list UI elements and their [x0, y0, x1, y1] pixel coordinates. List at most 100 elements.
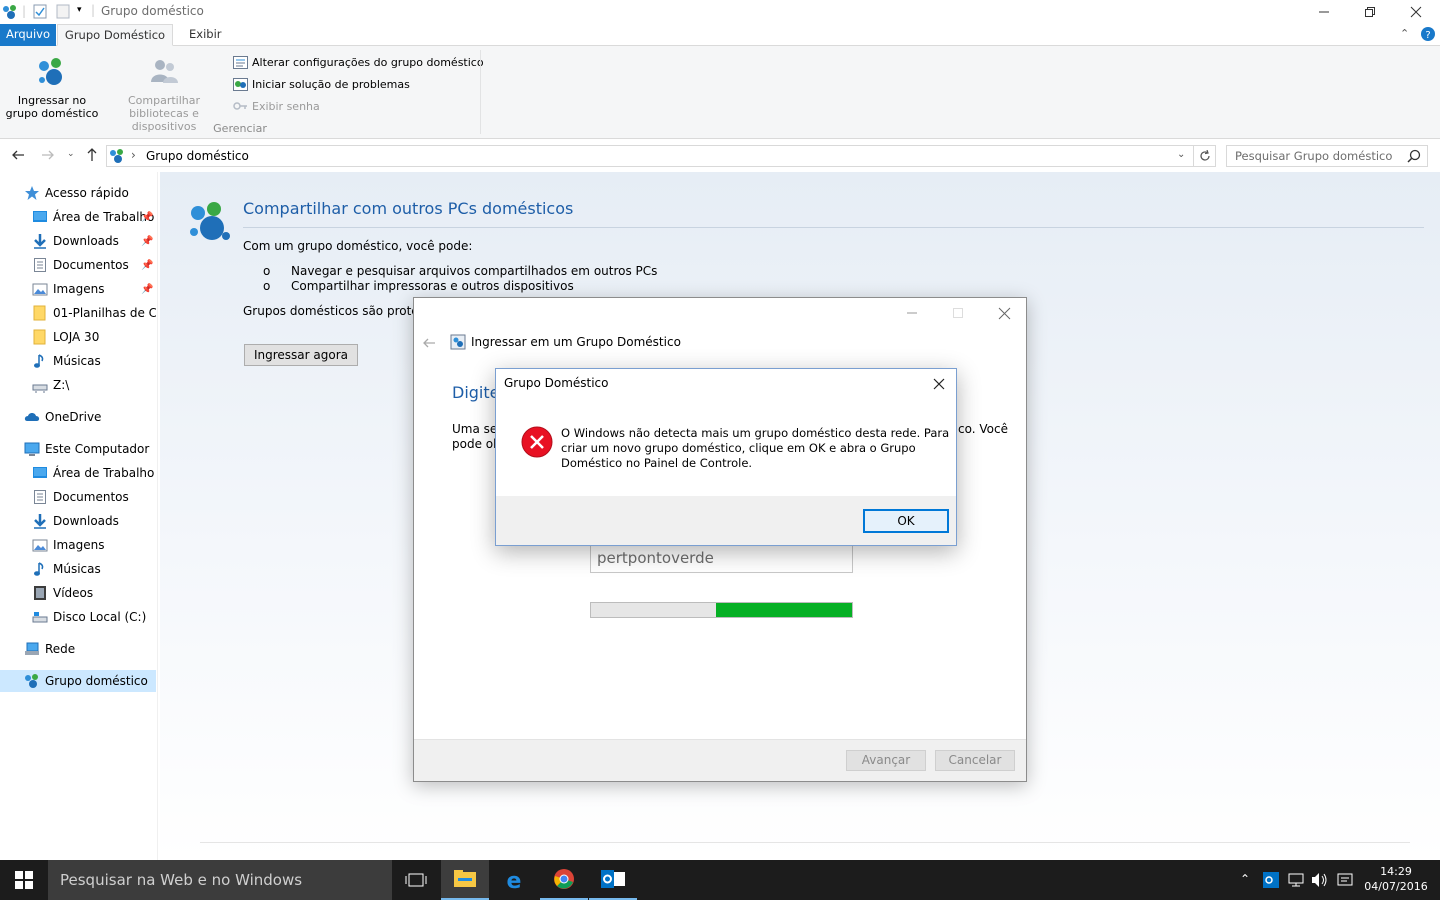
- breadcrumb-separator-icon[interactable]: ›: [131, 148, 136, 162]
- wizard-minimize-button[interactable]: [889, 301, 935, 325]
- bullet-marker: o: [263, 264, 271, 278]
- clock-time: 14:29: [1380, 865, 1412, 878]
- address-dropdown-icon[interactable]: ⌄: [1177, 149, 1185, 160]
- restore-button[interactable]: [1347, 0, 1393, 24]
- collapse-ribbon-icon[interactable]: ⌃: [1400, 27, 1409, 40]
- minimize-button[interactable]: [1301, 0, 1347, 24]
- taskbar-outlook[interactable]: [589, 860, 637, 900]
- recent-locations-icon[interactable]: ⌄: [67, 149, 75, 159]
- task-view-button[interactable]: [392, 860, 440, 900]
- taskbar-edge[interactable]: e: [490, 860, 538, 900]
- homegroup-icon: [25, 674, 38, 688]
- desktop-icon: [33, 467, 47, 478]
- join-now-button[interactable]: Ingressar agora: [244, 344, 358, 366]
- window-title: Grupo doméstico: [101, 4, 204, 18]
- nav-label: Z:\: [53, 378, 70, 392]
- outlook-tray-icon[interactable]: [1263, 872, 1279, 888]
- tab-arquivo[interactable]: Arquivo: [0, 24, 56, 46]
- refresh-button[interactable]: [1194, 145, 1216, 167]
- download-icon: [34, 514, 46, 529]
- troubleshooter-button[interactable]: Iniciar solução de problemas: [233, 75, 410, 93]
- forward-icon[interactable]: [41, 148, 55, 162]
- wizard-back-icon[interactable]: [422, 336, 436, 350]
- taskbar-chrome[interactable]: [540, 860, 588, 900]
- task-view-icon: [405, 873, 427, 887]
- volume-tray-icon[interactable]: [1311, 872, 1329, 888]
- start-button[interactable]: [0, 860, 48, 900]
- nav-quick-drive-z[interactable]: Z:\: [0, 374, 156, 396]
- nav-homegroup[interactable]: Grupo doméstico: [0, 670, 156, 692]
- folder-icon: [33, 305, 46, 321]
- tab-grupo-domestico[interactable]: Grupo Doméstico: [57, 24, 173, 46]
- nav-label: Documentos: [53, 490, 129, 504]
- nav-quick-folder-planilhas[interactable]: 01-Planilhas de Con: [0, 302, 156, 324]
- pin-icon[interactable]: 📌: [141, 260, 153, 271]
- back-icon[interactable]: [11, 148, 25, 162]
- dialog-message-line: O Windows não detecta mais um grupo domé…: [561, 426, 950, 440]
- network-tray-icon[interactable]: [1288, 873, 1304, 887]
- nav-label: Downloads: [53, 234, 119, 248]
- wizard-homegroup-icon: [450, 334, 466, 350]
- nav-label: OneDrive: [45, 410, 102, 424]
- close-icon: [998, 307, 1010, 319]
- nav-pc-pictures[interactable]: Imagens: [0, 534, 156, 556]
- star-icon: [25, 186, 39, 200]
- nav-label: Acesso rápido: [45, 186, 129, 200]
- taskbar-file-explorer[interactable]: [441, 860, 489, 900]
- change-settings-button[interactable]: Alterar configurações do grupo doméstico: [233, 53, 484, 71]
- taskbar-search-input[interactable]: Pesquisar na Web e no Windows: [48, 860, 392, 900]
- settings-list-icon: [233, 55, 248, 69]
- pin-icon[interactable]: 📌: [141, 212, 153, 223]
- nav-onedrive[interactable]: OneDrive: [0, 406, 156, 428]
- network-icon: [25, 642, 39, 655]
- nav-quick-desktop[interactable]: Área de Trabalho 📌: [0, 206, 156, 228]
- wizard-close-button[interactable]: [981, 301, 1027, 325]
- breadcrumb[interactable]: Grupo doméstico: [146, 149, 249, 163]
- ok-button[interactable]: OK: [863, 509, 949, 533]
- change-settings-label: Alterar configurações do grupo doméstico: [252, 55, 484, 69]
- up-icon[interactable]: [85, 147, 99, 162]
- search-icon: [1407, 149, 1421, 163]
- pin-icon[interactable]: 📌: [141, 236, 153, 247]
- pin-icon[interactable]: 📌: [141, 284, 153, 295]
- pictures-icon: [32, 539, 48, 552]
- nav-quick-downloads[interactable]: Downloads 📌: [0, 230, 156, 252]
- ribbon-group-label: Gerenciar: [213, 122, 267, 135]
- nav-quick-folder-loja[interactable]: LOJA 30: [0, 326, 156, 348]
- nav-quick-music[interactable]: Músicas: [0, 350, 156, 372]
- search-input[interactable]: Pesquisar Grupo doméstico: [1226, 145, 1428, 167]
- progress-bar: [590, 602, 853, 618]
- password-field[interactable]: pertpontoverde: [590, 545, 853, 573]
- help-icon[interactable]: ?: [1421, 27, 1435, 41]
- customize-qat-icon[interactable]: ▾: [77, 5, 82, 15]
- wizard-footer: Avançar Cancelar: [414, 739, 1026, 781]
- nav-pc-desktop[interactable]: Área de Trabalho: [0, 462, 156, 484]
- nav-pc-music[interactable]: Músicas: [0, 558, 156, 580]
- view-password-label: Exibir senha: [252, 99, 320, 113]
- show-hidden-icons[interactable]: ⌃: [1240, 872, 1250, 886]
- nav-network[interactable]: Rede: [0, 638, 156, 660]
- nav-pc-documents[interactable]: Documentos: [0, 486, 156, 508]
- tab-exibir[interactable]: Exibir: [180, 24, 231, 46]
- nav-quick-access[interactable]: Acesso rápido: [0, 182, 156, 204]
- clock[interactable]: 14:29 04/07/2016: [1360, 864, 1432, 894]
- address-bar[interactable]: › Grupo doméstico ⌄: [106, 145, 1194, 167]
- nav-quick-documents[interactable]: Documentos 📌: [0, 254, 156, 276]
- document-icon: [34, 258, 46, 272]
- nav-this-pc[interactable]: Este Computador: [0, 438, 156, 460]
- title-bar: | ▾ | Grupo doméstico: [0, 0, 1440, 24]
- nav-pc-videos[interactable]: Vídeos: [0, 582, 156, 604]
- ribbon: Ingressar no grupo doméstico Compartilha…: [0, 46, 1440, 139]
- properties-icon[interactable]: [33, 4, 47, 19]
- nav-pc-local-disk[interactable]: Disco Local (C:): [0, 606, 156, 628]
- join-homegroup-button[interactable]: Ingressar no grupo doméstico: [4, 50, 100, 120]
- dialog-close-button[interactable]: [926, 373, 952, 395]
- intro-text: Com um grupo doméstico, você pode:: [243, 239, 473, 253]
- close-button[interactable]: [1393, 0, 1439, 24]
- nav-pc-downloads[interactable]: Downloads: [0, 510, 156, 532]
- new-folder-icon[interactable]: [56, 4, 70, 19]
- close-icon: [933, 378, 945, 390]
- action-center-icon[interactable]: [1337, 872, 1353, 888]
- nav-quick-pictures[interactable]: Imagens 📌: [0, 278, 156, 300]
- nav-label: Disco Local (C:): [53, 610, 147, 624]
